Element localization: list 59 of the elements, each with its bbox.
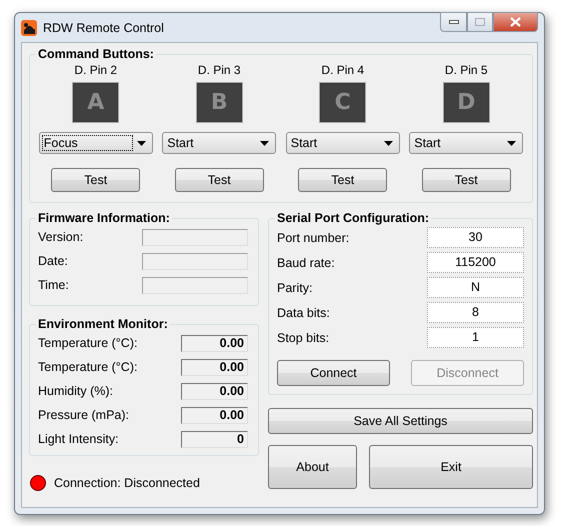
reading-label: Pressure (mPa): (38, 408, 129, 422)
reading-value: 0.00 (181, 382, 248, 400)
maximize-icon (475, 18, 485, 26)
dropdown-caret-icon (507, 140, 516, 146)
test-button[interactable]: Test (174, 168, 264, 192)
group-title: Environment Monitor: (37, 317, 169, 331)
reading-label: Temperature (°C): (38, 336, 138, 350)
pin-label: D. Pin 4 (321, 63, 364, 77)
close-icon (510, 17, 521, 27)
dropdown-caret-icon (384, 140, 393, 146)
mode-dropdown[interactable]: Start (162, 132, 276, 154)
pin-label: D. Pin 5 (444, 63, 488, 77)
minimize-icon (448, 20, 458, 24)
input-field[interactable]: N (427, 277, 524, 298)
test-button[interactable]: Test (422, 168, 511, 192)
close-button[interactable] (493, 12, 538, 32)
pin-label: D. Pin 3 (198, 63, 241, 77)
connection-status: Connection: Disconnected (54, 476, 200, 490)
group-title: Serial Port Configuration: (276, 211, 430, 225)
field-label: Date: (38, 254, 68, 268)
reading-label: Humidity (%): (38, 384, 114, 398)
field-label: Parity: (277, 280, 312, 294)
mode-dropdown[interactable]: Start (409, 132, 524, 154)
input-field[interactable]: 1 (427, 327, 524, 348)
reading-value: 0.00 (181, 334, 248, 352)
exit-button[interactable]: Exit (369, 445, 533, 489)
window-title: RDW Remote Control (43, 20, 165, 34)
reading-label: Light Intensity: (38, 432, 119, 446)
mode-dropdown[interactable]: Start (286, 132, 400, 154)
group-title: Command Buttons: (37, 47, 155, 61)
input-field[interactable]: 30 (427, 227, 524, 248)
minimize-button[interactable] (440, 12, 467, 32)
mode-dropdown[interactable]: Focus (38, 132, 153, 154)
field-label: Data bits: (277, 306, 330, 320)
field-label: Time: (38, 278, 69, 292)
field-label: Port number: (277, 230, 350, 244)
command-key: D (442, 82, 490, 123)
input-field[interactable]: 8 (427, 302, 524, 323)
reading-label: Temperature (°C): (38, 360, 138, 374)
about-button[interactable]: About (268, 445, 357, 489)
dropdown-caret-icon (136, 140, 146, 146)
app-logo-icon (21, 20, 37, 36)
reading-value: 0.00 (181, 358, 248, 376)
reading-value: 0.00 (181, 406, 248, 424)
connect-button[interactable]: Connect (277, 360, 390, 386)
test-button[interactable]: Test (298, 168, 388, 192)
reading-value: 0 (181, 430, 248, 448)
field-label: Stop bits: (277, 330, 330, 344)
group-title: Firmware Information: (37, 211, 171, 225)
dropdown-caret-icon (260, 140, 270, 146)
command-key: C (319, 82, 366, 123)
command-key: A (72, 82, 120, 123)
test-button[interactable]: Test (51, 168, 140, 192)
input-field[interactable]: 115200 (427, 252, 524, 273)
field-label: Baud rate: (277, 256, 335, 270)
command-key: B (196, 82, 243, 123)
save-settings-button[interactable]: Save All Settings (268, 408, 533, 434)
field-label: Version: (38, 230, 84, 244)
pin-label: D. Pin 2 (74, 63, 118, 77)
